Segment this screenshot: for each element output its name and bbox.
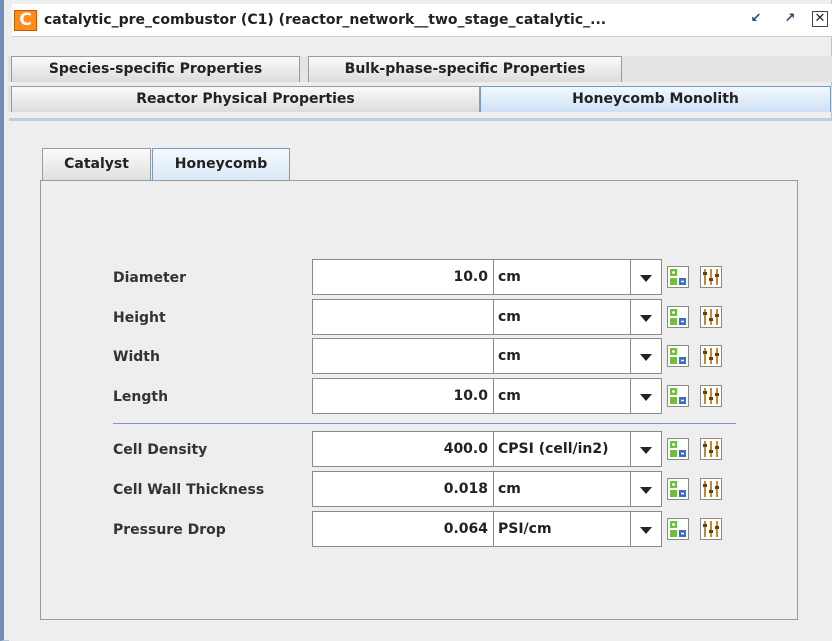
height-label: Height: [113, 310, 166, 326]
tab-bulk-phase-specific-properties[interactable]: Bulk-phase-specific Properties: [308, 56, 622, 82]
window-title: catalytic_pre_combustor (C1) (reactor_ne…: [44, 12, 607, 28]
height-unit-select[interactable]: cm: [493, 299, 662, 335]
chevron-down-icon[interactable]: [630, 472, 661, 506]
unit-value: cm: [498, 309, 521, 325]
expand-collapse-icon[interactable]: [667, 438, 689, 460]
cell-wall-thickness-input[interactable]: 0.018: [312, 471, 495, 507]
pressure-drop-unit-select[interactable]: PSI/cm: [493, 511, 662, 547]
app-icon: C: [14, 10, 37, 31]
pressure-drop-input[interactable]: 0.064: [312, 511, 495, 547]
diameter-input[interactable]: 10.0: [312, 259, 495, 295]
expand-collapse-icon[interactable]: [667, 306, 689, 328]
cell-wall-thickness-unit-select[interactable]: cm: [493, 471, 662, 507]
expand-collapse-icon[interactable]: [667, 266, 689, 288]
expand-collapse-icon[interactable]: [667, 345, 689, 367]
width-label: Width: [113, 349, 160, 365]
expand-collapse-icon[interactable]: [667, 385, 689, 407]
chevron-down-icon[interactable]: [630, 300, 661, 334]
expand-collapse-icon[interactable]: [667, 478, 689, 500]
cell-wall-thickness-label: Cell Wall Thickness: [113, 482, 265, 498]
title-bar: C catalytic_pre_combustor (C1) (reactor_…: [12, 4, 832, 37]
diameter-unit-select[interactable]: cm: [493, 259, 662, 295]
parameter-sliders-icon[interactable]: [700, 478, 722, 500]
chevron-down-icon[interactable]: [630, 260, 661, 294]
tab-honeycomb[interactable]: Honeycomb: [152, 148, 290, 181]
section-divider: [113, 423, 736, 424]
chevron-down-icon[interactable]: [630, 432, 661, 466]
pressure-drop-label: Pressure Drop: [113, 522, 226, 538]
cell-density-unit-select[interactable]: CPSI (cell/in2): [493, 431, 662, 467]
width-input[interactable]: [312, 338, 495, 374]
length-unit-select[interactable]: cm: [493, 378, 662, 414]
length-label: Length: [113, 389, 169, 405]
close-icon[interactable]: ✕: [812, 11, 828, 27]
parameter-sliders-icon[interactable]: [700, 385, 722, 407]
unit-value: cm: [498, 269, 521, 285]
height-input[interactable]: [312, 299, 495, 335]
diameter-label: Diameter: [113, 270, 187, 286]
length-input[interactable]: 10.0: [312, 378, 495, 414]
tab-species-specific-properties[interactable]: Species-specific Properties: [11, 56, 300, 82]
tab-honeycomb-monolith[interactable]: Honeycomb Monolith: [480, 86, 831, 112]
unit-value: cm: [498, 388, 521, 404]
parameter-sliders-icon[interactable]: [700, 306, 722, 328]
cell-density-label: Cell Density: [113, 442, 208, 458]
unit-value: cm: [498, 348, 521, 364]
minimize-icon[interactable]: ↙: [748, 11, 764, 27]
chevron-down-icon[interactable]: [630, 512, 661, 546]
tab-catalyst[interactable]: Catalyst: [42, 148, 151, 180]
tab-reactor-physical-properties[interactable]: Reactor Physical Properties: [11, 86, 480, 112]
unit-value: cm: [498, 481, 521, 497]
expand-collapse-icon[interactable]: [667, 518, 689, 540]
parameter-sliders-icon[interactable]: [700, 266, 722, 288]
parameter-sliders-icon[interactable]: [700, 438, 722, 460]
unit-value: CPSI (cell/in2): [498, 441, 609, 457]
unit-value: PSI/cm: [498, 521, 552, 537]
maximize-icon[interactable]: ↗: [782, 11, 798, 27]
chevron-down-icon[interactable]: [630, 339, 661, 373]
cell-density-input[interactable]: 400.0: [312, 431, 495, 467]
parameter-sliders-icon[interactable]: [700, 518, 722, 540]
width-unit-select[interactable]: cm: [493, 338, 662, 374]
parameter-sliders-icon[interactable]: [700, 345, 722, 367]
chevron-down-icon[interactable]: [630, 379, 661, 413]
